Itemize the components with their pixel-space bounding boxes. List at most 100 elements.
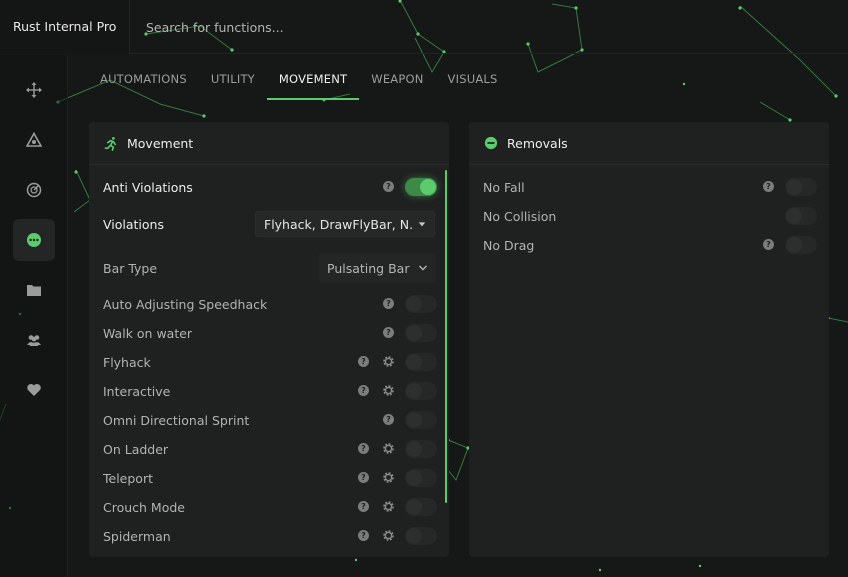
removals-panel-header: Removals [469,122,829,165]
option-label: Auto Adjusting Speedhack [103,296,268,312]
option-row: Auto Adjusting Speedhack ? [103,293,437,315]
option-label: Flyhack [103,354,151,370]
option-row: No Fall ? [483,176,817,198]
no-collision-toggle[interactable] [785,207,817,225]
help-icon[interactable]: ? [358,530,369,541]
crouch-mode-toggle[interactable] [405,498,437,516]
tab-utility[interactable]: UTILITY [199,58,267,100]
option-row: On Ladder ? [103,438,437,460]
walk-on-water-toggle[interactable] [405,324,437,342]
more-icon [27,233,41,247]
top-bar: Rust Internal Pro [0,0,848,54]
interactive-toggle[interactable] [405,382,437,400]
no-drag-toggle[interactable] [785,236,817,254]
sidebar-item-radar[interactable] [13,169,55,211]
anti-violations-row: Anti Violations ? [103,176,437,198]
sidebar [0,55,68,577]
help-icon[interactable]: ? [358,385,369,396]
gear-icon[interactable] [382,500,395,513]
option-row: Flyhack ? [103,351,437,373]
bar-type-select[interactable]: Pulsating Bar [319,253,436,283]
movement-panel-header: Movement [89,122,449,165]
option-label: On Ladder [103,441,169,457]
option-row: Crouch Mode ? [103,496,437,518]
sidebar-item-more[interactable] [13,219,55,261]
app-title: Rust Internal Pro [0,0,130,54]
movement-panel-title: Movement [127,135,194,151]
sidebar-item-favorites[interactable] [13,369,55,411]
folder-icon [27,285,41,296]
help-icon[interactable]: ? [763,181,774,192]
help-icon[interactable]: ? [763,239,774,250]
bar-type-row: Bar Type Pulsating Bar [103,253,437,283]
option-label: Walk on water [103,325,193,341]
option-row: Interactive ? [103,380,437,402]
gear-icon[interactable] [382,384,395,397]
heart-icon [27,384,41,396]
option-label: Interactive [103,383,171,399]
help-icon[interactable]: ? [383,414,394,425]
caret-down-icon [418,222,426,227]
radar-icon [26,182,42,198]
option-row: Spiderman ? [103,525,437,547]
option-row: Omni Directional Sprint ? [103,409,437,431]
option-label: No Drag [483,237,535,253]
violations-select[interactable]: Flyhack, DrawFlyBar, N.. [255,211,435,237]
help-icon[interactable]: ? [383,181,394,192]
violations-row: Violations Flyhack, DrawFlyBar, N.. [103,211,437,237]
target-icon [26,132,42,147]
tab-movement[interactable]: MOVEMENT [266,58,360,100]
no-fall-toggle[interactable] [785,178,817,196]
search-input[interactable] [138,12,418,42]
anti-violations-toggle[interactable] [405,178,437,196]
bar-type-select-value: Pulsating Bar [327,260,410,276]
tab-visuals[interactable]: VISUALS [436,58,510,100]
sidebar-item-users[interactable] [13,319,55,361]
users-icon [27,335,41,346]
chevron-down-icon [419,265,427,271]
help-icon[interactable]: ? [383,298,394,309]
option-label: No Fall [483,179,525,195]
movement-scrollbar[interactable] [445,170,447,503]
violations-select-value: Flyhack, DrawFlyBar, N.. [264,216,414,232]
option-row: No Collision [483,205,817,227]
help-icon[interactable]: ? [358,356,369,367]
help-icon[interactable]: ? [383,327,394,338]
option-label: No Collision [483,208,557,224]
tab-bar: AUTOMATIONS UTILITY MOVEMENT WEAPON VISU… [88,58,510,102]
tab-weapon[interactable]: WEAPON [359,58,435,100]
movement-panel: Movement Anti Violations ? Violations Fl… [89,122,449,557]
flyhack-toggle[interactable] [405,353,437,371]
removals-panel-title: Removals [507,135,568,151]
tab-automations[interactable]: AUTOMATIONS [88,58,199,100]
bar-type-label: Bar Type [103,260,158,276]
omni-directional-sprint-toggle[interactable] [405,411,437,429]
gear-icon[interactable] [382,529,395,542]
minus-circle-icon [483,135,499,151]
violations-label: Violations [103,216,164,232]
gear-icon[interactable] [382,471,395,484]
teleport-toggle[interactable] [405,469,437,487]
option-label: Crouch Mode [103,499,185,515]
gear-icon[interactable] [382,355,395,368]
option-label: Omni Directional Sprint [103,412,250,428]
sidebar-item-folder[interactable] [13,269,55,311]
running-icon [103,135,119,151]
sidebar-item-move[interactable] [13,69,55,111]
option-label: Spiderman [103,528,171,544]
sidebar-item-target[interactable] [13,119,55,161]
option-row: Walk on water ? [103,322,437,344]
on-ladder-toggle[interactable] [405,440,437,458]
anti-violations-label: Anti Violations [103,179,193,195]
help-icon[interactable]: ? [358,472,369,483]
move-icon [26,82,42,98]
spiderman-toggle[interactable] [405,527,437,545]
option-row: No Drag ? [483,234,817,256]
removals-panel: Removals No Fall ? No Collision No Drag … [469,122,829,557]
option-label: Teleport [103,470,153,486]
help-icon[interactable]: ? [358,501,369,512]
auto-adjusting-speedhack-toggle[interactable] [405,295,437,313]
option-row: Teleport ? [103,467,437,489]
gear-icon[interactable] [382,442,395,455]
help-icon[interactable]: ? [358,443,369,454]
